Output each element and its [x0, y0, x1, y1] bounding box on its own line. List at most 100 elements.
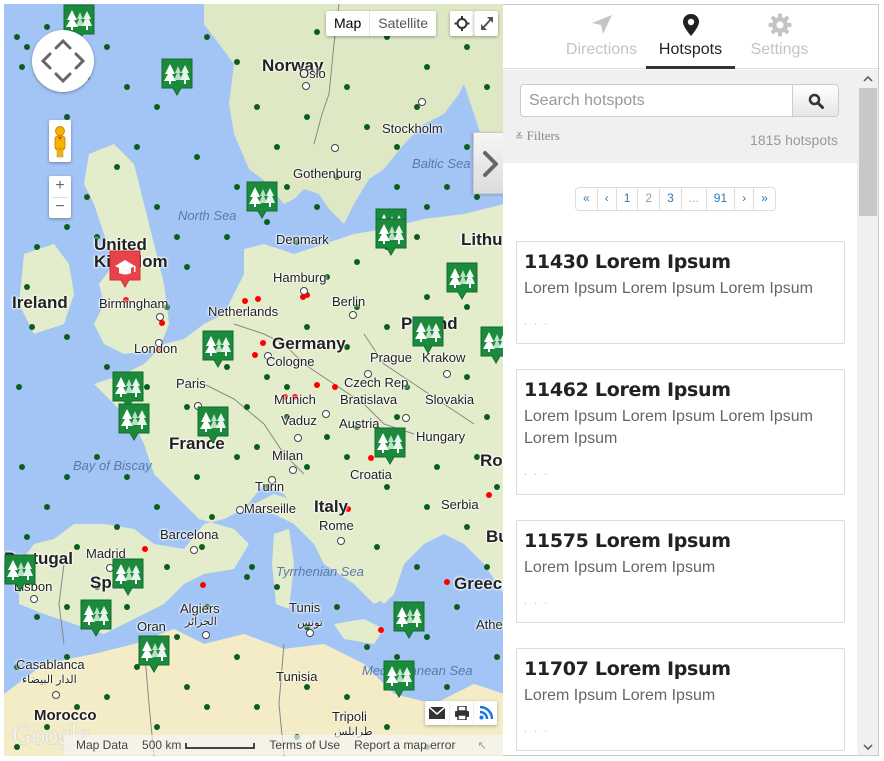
hotspot-dot[interactable]: [254, 444, 260, 450]
forest-pin-icon[interactable]: [112, 558, 144, 596]
scroll-up-button[interactable]: [857, 70, 878, 87]
forest-pin-icon[interactable]: [393, 601, 425, 639]
pagination-prev[interactable]: ‹: [596, 188, 616, 210]
forest-pin-icon[interactable]: [412, 316, 444, 354]
pagination-next[interactable]: ›: [734, 188, 753, 210]
hotspot-dot[interactable]: [384, 484, 390, 490]
hotspot-dot-red[interactable]: [260, 340, 266, 346]
hotspot-dot[interactable]: [414, 564, 420, 570]
hotspot-dot-red[interactable]: [444, 579, 450, 585]
street-view-pegman[interactable]: [49, 120, 71, 162]
locate-button[interactable]: [450, 11, 474, 36]
hotspot-dot[interactable]: [24, 44, 30, 50]
hotspot-dot[interactable]: [194, 154, 200, 160]
hotspot-dot[interactable]: [24, 284, 30, 290]
resize-corner-icon[interactable]: ↖: [477, 739, 486, 752]
forest-pin-icon[interactable]: [80, 599, 112, 637]
hotspot-dot[interactable]: [424, 504, 430, 510]
hotspot-dot-red[interactable]: [252, 352, 258, 358]
hotspot-dot[interactable]: [16, 384, 22, 390]
hotspot-dot[interactable]: [464, 44, 470, 50]
hotspot-dot[interactable]: [34, 614, 40, 620]
map-data-link[interactable]: Map Data: [76, 738, 128, 752]
hotspot-dot[interactable]: [364, 644, 370, 650]
hotspot-dot[interactable]: [464, 374, 470, 380]
hotspot-dot[interactable]: [124, 84, 130, 90]
pagination-page-current[interactable]: 2: [637, 188, 659, 210]
hotspot-dot[interactable]: [314, 204, 320, 210]
hotspot-dot[interactable]: [364, 124, 370, 130]
hotspot-dot[interactable]: [64, 604, 70, 610]
tab-settings[interactable]: Settings: [735, 5, 824, 68]
hotspot-dot[interactable]: [284, 384, 290, 390]
hotspot-dot[interactable]: [464, 144, 470, 150]
hotspot-card[interactable]: 11462 Lorem Ipsum Lorem Ipsum Lorem Ipsu…: [516, 369, 845, 495]
hotspot-title[interactable]: 11575 Lorem Ipsum: [524, 527, 837, 555]
pagination-page[interactable]: 91: [705, 188, 734, 210]
hotspot-dot[interactable]: [64, 334, 70, 340]
rss-button[interactable]: [473, 701, 497, 725]
hotspot-dot-red[interactable]: [314, 382, 320, 388]
search-input[interactable]: [521, 85, 792, 116]
hotspot-dot[interactable]: [424, 64, 430, 70]
forest-pin-icon[interactable]: [118, 403, 150, 441]
forest-pin-icon[interactable]: [383, 660, 415, 698]
hotspot-dot[interactable]: [234, 184, 240, 190]
hotspot-dot[interactable]: [174, 634, 180, 640]
hotspot-dot[interactable]: [394, 184, 400, 190]
hotspot-dot[interactable]: [444, 684, 450, 690]
print-button[interactable]: [449, 701, 473, 725]
hotspot-dot[interactable]: [344, 694, 350, 700]
hotspot-dot[interactable]: [484, 564, 490, 570]
hotspot-dot[interactable]: [374, 544, 380, 550]
hotspot-dot[interactable]: [274, 584, 280, 590]
hotspot-dot[interactable]: [104, 44, 110, 50]
hotspot-dot[interactable]: [19, 64, 25, 70]
hotspot-dot[interactable]: [334, 604, 340, 610]
pan-control[interactable]: [32, 30, 94, 92]
hotspot-dot[interactable]: [464, 304, 470, 310]
hotspot-dot[interactable]: [304, 684, 310, 690]
map-canvas[interactable]: Norway United Kingdom Ireland Netherland…: [4, 4, 504, 756]
forest-pin-icon[interactable]: [374, 427, 406, 465]
hotspot-dot[interactable]: [244, 574, 250, 580]
hotspot-dot[interactable]: [154, 504, 160, 510]
hotspot-dot-red[interactable]: [200, 582, 206, 588]
hotspot-dot[interactable]: [484, 414, 490, 420]
filters-toggle[interactable]: ≚ Filters: [515, 128, 560, 144]
hotspot-dot[interactable]: [444, 184, 450, 190]
forest-pin-icon[interactable]: [197, 406, 229, 444]
forest-pin-icon[interactable]: [480, 326, 504, 364]
hotspot-dot[interactable]: [124, 604, 130, 610]
hotspot-dot[interactable]: [104, 694, 110, 700]
hotspot-dot[interactable]: [244, 404, 250, 410]
hotspot-card[interactable]: 11707 Lorem Ipsum Lorem Ipsum Lorem Ipsu…: [516, 648, 845, 751]
pagination-page[interactable]: 1: [615, 188, 638, 210]
sidebar-scrollbar[interactable]: [857, 70, 878, 755]
tab-hotspots[interactable]: Hotspots: [646, 5, 735, 69]
forest-pin-icon[interactable]: [202, 330, 234, 368]
email-button[interactable]: [425, 701, 449, 725]
hotspot-dot[interactable]: [454, 604, 460, 610]
hotspot-dot[interactable]: [144, 384, 150, 390]
pagination-first[interactable]: «: [576, 188, 597, 210]
hotspot-dot[interactable]: [114, 524, 120, 530]
tab-directions[interactable]: Directions: [557, 5, 646, 68]
hotspot-dot[interactable]: [394, 414, 400, 420]
hotspot-dot-red[interactable]: [255, 296, 261, 302]
hotspot-dot[interactable]: [64, 224, 70, 230]
scroll-thumb[interactable]: [859, 88, 877, 216]
hotspot-dot[interactable]: [484, 84, 490, 90]
hotspot-dot[interactable]: [394, 144, 400, 150]
hotspot-dot[interactable]: [64, 474, 70, 480]
hotspot-card[interactable]: 11430 Lorem Ipsum Lorem Ipsum Lorem Ipsu…: [516, 241, 845, 344]
hotspot-dot-red[interactable]: [332, 384, 338, 390]
hotspot-dot[interactable]: [384, 324, 390, 330]
hotspot-dot[interactable]: [414, 234, 420, 240]
hotspot-dot[interactable]: [134, 144, 140, 150]
hotspot-dot[interactable]: [304, 114, 310, 120]
hotspot-dot[interactable]: [209, 514, 215, 520]
hotspot-dot[interactable]: [254, 104, 260, 110]
hotspot-dot[interactable]: [234, 454, 240, 460]
hotspot-dot[interactable]: [249, 564, 255, 570]
